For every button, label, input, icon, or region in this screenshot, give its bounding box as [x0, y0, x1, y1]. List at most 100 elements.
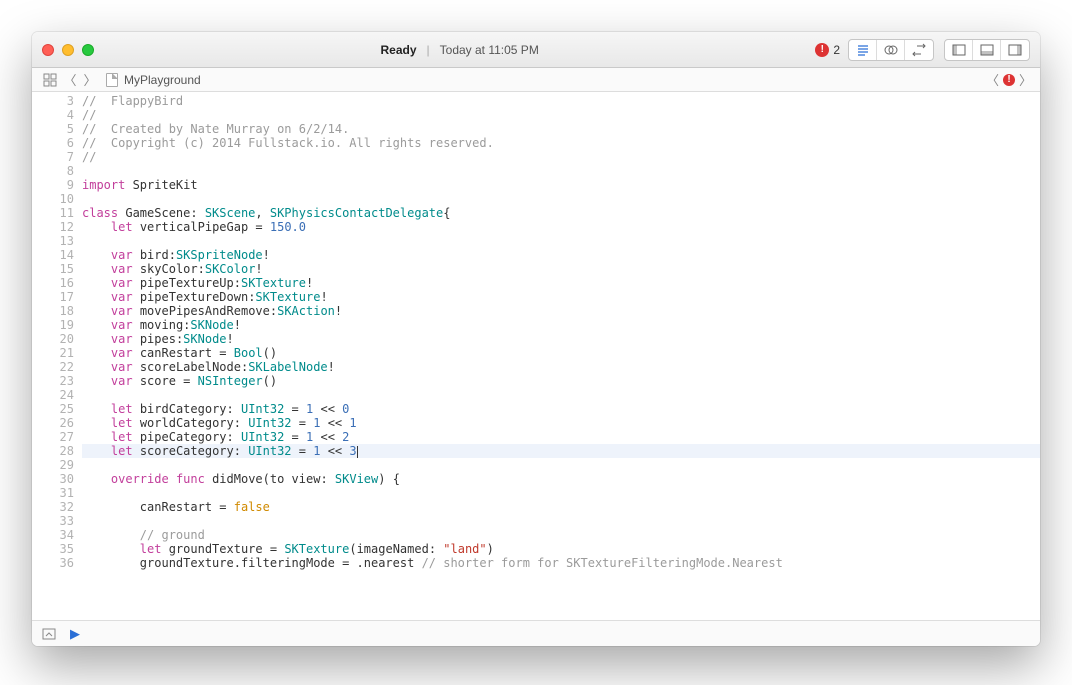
panel-toggle-group — [944, 39, 1030, 61]
code-line[interactable]: groundTexture.filteringMode = .nearest /… — [82, 556, 1040, 570]
code-line[interactable]: var skyColor:SKColor! — [82, 262, 1040, 276]
status-time: Today at 11:05 PM — [440, 43, 539, 57]
line-number: 16 — [32, 276, 74, 290]
code-line[interactable]: var canRestart = Bool() — [82, 346, 1040, 360]
panel-bottom-icon — [980, 43, 994, 57]
code-line[interactable] — [82, 486, 1040, 500]
code-line[interactable] — [82, 514, 1040, 528]
line-number: 17 — [32, 290, 74, 304]
code-line[interactable] — [82, 234, 1040, 248]
issue-indicator[interactable]: 2 — [815, 43, 840, 57]
code-line[interactable]: let pipeCategory: UInt32 = 1 << 2 — [82, 430, 1040, 444]
line-number: 29 — [32, 458, 74, 472]
related-items-button[interactable] — [40, 71, 60, 89]
code-line[interactable]: var pipeTextureDown:SKTexture! — [82, 290, 1040, 304]
code-line[interactable]: // Created by Nate Murray on 6/2/14. — [82, 122, 1040, 136]
editor-mode-group — [848, 39, 934, 61]
source-editor[interactable]: 3456789101112131415161718192021222324252… — [32, 92, 1040, 620]
zoom-window-button[interactable] — [82, 44, 94, 56]
panel-up-icon — [42, 628, 56, 640]
code-line[interactable]: // — [82, 108, 1040, 122]
line-number: 30 — [32, 472, 74, 486]
error-count: 2 — [833, 43, 840, 57]
error-icon — [815, 43, 829, 57]
line-number: 4 — [32, 108, 74, 122]
code-line[interactable]: var pipeTextureUp:SKTexture! — [82, 276, 1040, 290]
nav-forward-button[interactable]: 〉 — [80, 71, 100, 89]
left-panel-toggle[interactable] — [945, 40, 973, 60]
line-number: 22 — [32, 360, 74, 374]
toolbar-right — [848, 39, 1030, 61]
line-number: 36 — [32, 556, 74, 570]
code-line[interactable]: let birdCategory: UInt32 = 1 << 0 — [82, 402, 1040, 416]
traffic-lights — [42, 44, 94, 56]
code-line[interactable]: // FlappyBird — [82, 94, 1040, 108]
code-line[interactable] — [82, 164, 1040, 178]
next-issue-button[interactable]: 〉 — [1019, 70, 1032, 89]
line-number: 9 — [32, 178, 74, 192]
lines-icon — [856, 43, 870, 57]
right-panel-toggle[interactable] — [1001, 40, 1029, 60]
activity-view: Ready | Today at 11:05 PM — [112, 43, 807, 57]
line-number-gutter: 3456789101112131415161718192021222324252… — [32, 92, 82, 620]
code-line[interactable]: let worldCategory: UInt32 = 1 << 1 — [82, 416, 1040, 430]
line-number: 13 — [32, 234, 74, 248]
line-number: 10 — [32, 192, 74, 206]
code-line[interactable]: var pipes:SKNode! — [82, 332, 1040, 346]
line-number: 26 — [32, 416, 74, 430]
code-line[interactable]: override func didMove(to view: SKView) { — [82, 472, 1040, 486]
code-line[interactable]: let verticalPipeGap = 150.0 — [82, 220, 1040, 234]
file-icon — [106, 73, 118, 87]
line-number: 35 — [32, 542, 74, 556]
standard-editor-button[interactable] — [849, 40, 877, 60]
line-number: 3 — [32, 94, 74, 108]
error-icon[interactable] — [1003, 74, 1015, 86]
debug-area-toggle[interactable] — [42, 628, 56, 640]
line-number: 25 — [32, 402, 74, 416]
close-window-button[interactable] — [42, 44, 54, 56]
code-line[interactable]: class GameScene: SKScene, SKPhysicsConta… — [82, 206, 1040, 220]
assistant-editor-button[interactable] — [877, 40, 905, 60]
prev-issue-button[interactable]: 〈 — [986, 70, 999, 89]
chevron-right-icon: 〉 — [83, 70, 96, 89]
line-number: 27 — [32, 430, 74, 444]
code-line[interactable]: var bird:SKSpriteNode! — [82, 248, 1040, 262]
line-number: 33 — [32, 514, 74, 528]
line-number: 23 — [32, 374, 74, 388]
line-number: 19 — [32, 318, 74, 332]
line-number: 8 — [32, 164, 74, 178]
bottom-panel-toggle[interactable] — [973, 40, 1001, 60]
line-number: 11 — [32, 206, 74, 220]
path-filename[interactable]: MyPlayground — [124, 73, 201, 87]
code-area[interactable]: // FlappyBird//// Created by Nate Murray… — [82, 92, 1040, 620]
code-line[interactable]: var movePipesAndRemove:SKAction! — [82, 304, 1040, 318]
code-line[interactable]: // ground — [82, 528, 1040, 542]
code-line[interactable]: var score = NSInteger() — [82, 374, 1040, 388]
chevron-left-icon: 〈 — [63, 70, 76, 89]
code-line[interactable] — [82, 192, 1040, 206]
code-line[interactable]: let groundTexture = SKTexture(imageNamed… — [82, 542, 1040, 556]
line-number: 5 — [32, 122, 74, 136]
jump-bar: 〈 〉 MyPlayground 〈 〉 — [32, 68, 1040, 92]
line-number: 28 — [32, 444, 74, 458]
code-line[interactable]: var moving:SKNode! — [82, 318, 1040, 332]
panel-left-icon — [952, 43, 966, 57]
code-line[interactable]: // — [82, 150, 1040, 164]
line-number: 20 — [32, 332, 74, 346]
minimize-window-button[interactable] — [62, 44, 74, 56]
titlebar: Ready | Today at 11:05 PM 2 — [32, 32, 1040, 68]
code-line[interactable]: // Copyright (c) 2014 Fullstack.io. All … — [82, 136, 1040, 150]
panel-right-icon — [1008, 43, 1022, 57]
version-editor-button[interactable] — [905, 40, 933, 60]
line-number: 6 — [32, 136, 74, 150]
code-line[interactable] — [82, 388, 1040, 402]
code-line[interactable]: var scoreLabelNode:SKLabelNode! — [82, 360, 1040, 374]
code-line[interactable]: import SpriteKit — [82, 178, 1040, 192]
code-line[interactable]: canRestart = false — [82, 500, 1040, 514]
nav-back-button[interactable]: 〈 — [60, 71, 80, 89]
code-line[interactable] — [82, 458, 1040, 472]
status-text: Ready — [380, 43, 416, 57]
code-line[interactable]: let scoreCategory: UInt32 = 1 << 3 — [82, 444, 1040, 458]
run-playground-button[interactable]: ▶ — [70, 626, 80, 642]
arrows-icon — [912, 43, 926, 57]
